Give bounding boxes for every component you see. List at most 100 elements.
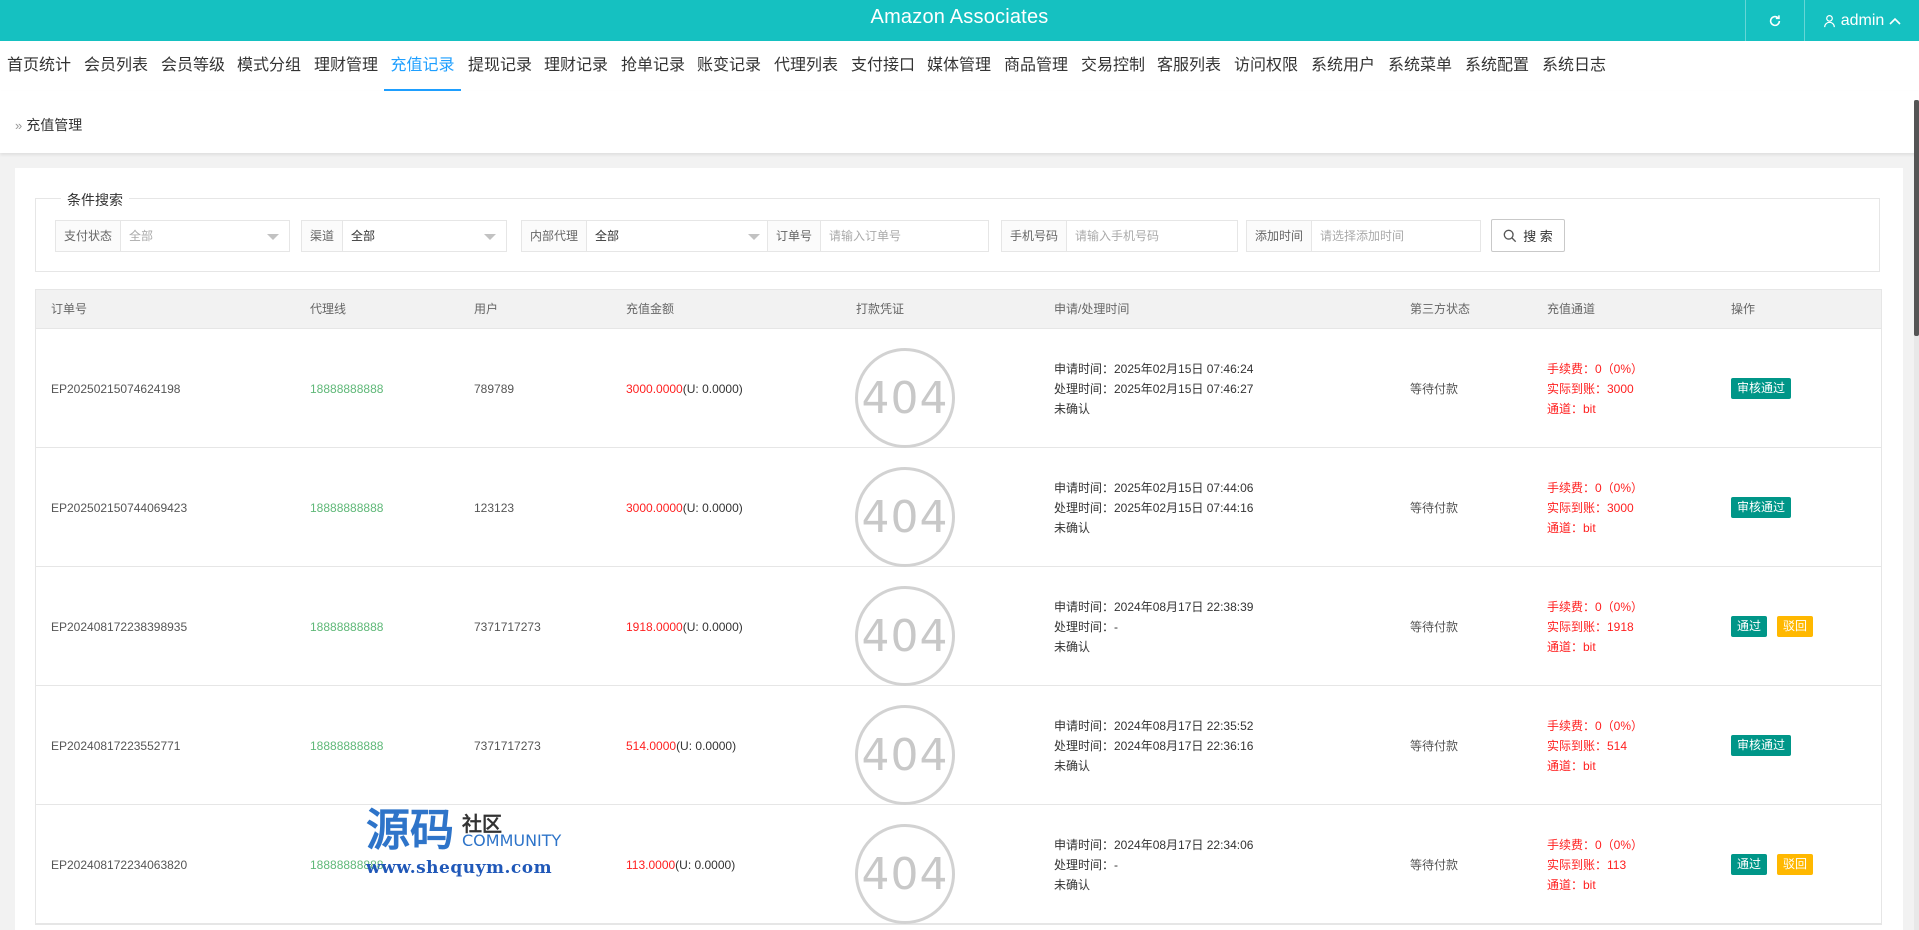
- agent-select[interactable]: 内部代理 全部: [521, 220, 771, 252]
- order-number: EP20250215074624198: [51, 381, 181, 396]
- agent-line: 18888888888: [310, 500, 384, 515]
- nav-item-finance-manage[interactable]: 理财管理: [313, 41, 379, 91]
- col-channel: 充值通道: [1547, 302, 1596, 316]
- nav-item-system-config[interactable]: 系统配置: [1464, 41, 1530, 91]
- col-user: 用户: [474, 302, 499, 316]
- order-number: EP20240817223552771: [51, 738, 181, 753]
- col-amount: 充值金额: [626, 302, 675, 316]
- reject-button[interactable]: 驳回: [1777, 854, 1814, 875]
- app-title: Amazon Associates: [870, 6, 1049, 28]
- main-panel: 条件搜索 支付状态 全部 渠道 全部 内部代理 全部 订单号 手机号码 添加时间…: [15, 168, 1903, 930]
- channel-select[interactable]: 渠道 全部: [301, 220, 507, 252]
- third-party-status: 等待付款: [1410, 739, 1459, 753]
- approve-button[interactable]: 审核通过: [1731, 735, 1792, 756]
- agent-value[interactable]: 全部: [587, 221, 770, 251]
- user-menu[interactable]: admin: [1804, 0, 1919, 41]
- nav-item-home-stats[interactable]: 首页统计: [6, 41, 72, 91]
- nav-item-grab-records[interactable]: 抢单记录: [620, 41, 686, 91]
- search-icon: [1503, 229, 1517, 242]
- user-name: 7371717273: [474, 738, 541, 753]
- nav-item-mode-group[interactable]: 模式分组: [236, 41, 302, 91]
- watermark-logo: 源码 社区 COMMUNITY www.shequym.com: [366, 805, 566, 879]
- row-actions: 审核通过: [1731, 686, 1801, 805]
- order-number: EP202502150744069423: [51, 500, 188, 515]
- nav-item-payment-api[interactable]: 支付接口: [850, 41, 916, 91]
- time-info: 申请时间：2025年02月15日 07:44:06 处理时间：2025年02月15…: [1054, 480, 1254, 535]
- table-row: EP202408172234063820 18888888888 113.000…: [36, 805, 1881, 924]
- voucher-image[interactable]: 404: [855, 348, 955, 448]
- phone-input[interactable]: [1067, 221, 1237, 251]
- nav-item-member-list[interactable]: 会员列表: [83, 41, 149, 91]
- channel-info: 手续费：0（0%） 实际到账：113 通道：bit: [1547, 837, 1644, 892]
- nav-item-system-log[interactable]: 系统日志: [1541, 41, 1607, 91]
- order-field[interactable]: 订单号: [767, 220, 989, 252]
- nav-item-system-menu[interactable]: 系统菜单: [1387, 41, 1453, 91]
- add-time-input[interactable]: [1312, 221, 1480, 251]
- channel-info: 手续费：0（0%） 实际到账：3000 通道：bit: [1547, 361, 1644, 416]
- time-info: 申请时间：2024年08月17日 22:38:39 处理时间：- 未确认: [1054, 599, 1254, 654]
- nav-item-agent-list[interactable]: 代理列表: [773, 41, 839, 91]
- nav-item-balance-change[interactable]: 账变记录: [696, 41, 762, 91]
- channel-value[interactable]: 全部: [343, 221, 506, 251]
- nav-item-withdraw-records[interactable]: 提现记录: [467, 41, 533, 91]
- agent-line: 18888888888: [310, 381, 384, 396]
- search-button[interactable]: 搜 索: [1491, 219, 1565, 252]
- col-voucher: 打款凭证: [856, 302, 905, 316]
- nav-item-access-rights[interactable]: 访问权限: [1233, 41, 1299, 91]
- third-party-status: 等待付款: [1410, 501, 1459, 515]
- nav-item-goods-manage[interactable]: 商品管理: [1003, 41, 1069, 91]
- row-actions: 通过 驳回: [1731, 805, 1823, 924]
- pass-button[interactable]: 通过: [1731, 616, 1768, 637]
- nav-item-recharge-records[interactable]: 充值记录: [384, 41, 461, 91]
- order-number: EP202408172238398935: [51, 619, 188, 634]
- approve-button[interactable]: 审核通过: [1731, 497, 1792, 518]
- voucher-image[interactable]: 404: [855, 705, 955, 805]
- table-header: 订单号 代理线 用户 充值金额 打款凭证 申请/处理时间 第三方状态 充值通道 …: [36, 290, 1881, 329]
- third-party-status: 等待付款: [1410, 620, 1459, 634]
- table-row: EP20250215074624198 18888888888 789789 3…: [36, 329, 1881, 448]
- refresh-button[interactable]: [1745, 0, 1804, 41]
- add-time-label: 添加时间: [1247, 221, 1313, 251]
- voucher-image[interactable]: 404: [855, 467, 955, 567]
- refresh-icon: [1769, 14, 1781, 26]
- time-info: 申请时间：2024年08月17日 22:34:06 处理时间：- 未确认: [1054, 837, 1254, 892]
- recharge-amount: 3000.0000 (U: 0.0000): [626, 381, 743, 396]
- agent-label: 内部代理: [522, 221, 588, 251]
- recharge-table: 订单号 代理线 用户 充值金额 打款凭证 申请/处理时间 第三方状态 充值通道 …: [35, 289, 1882, 925]
- main-nav: 首页统计 会员列表 会员等级 模式分组 理财管理 充值记录 提现记录 理财记录 …: [0, 41, 1919, 91]
- nav-item-trade-control[interactable]: 交易控制: [1080, 41, 1146, 91]
- add-time-field[interactable]: 添加时间: [1246, 220, 1481, 252]
- watermark-big-text: 源码: [366, 805, 454, 856]
- order-number: EP202408172234063820: [51, 857, 188, 872]
- col-actions: 操作: [1731, 302, 1756, 316]
- row-actions: 通过 驳回: [1731, 567, 1823, 686]
- pass-button[interactable]: 通过: [1731, 854, 1768, 875]
- reject-button[interactable]: 驳回: [1777, 616, 1814, 637]
- user-name: 7371717273: [474, 619, 541, 634]
- col-third-status: 第三方状态: [1410, 302, 1471, 316]
- third-party-status: 等待付款: [1410, 382, 1459, 396]
- phone-field[interactable]: 手机号码: [1001, 220, 1238, 252]
- recharge-amount: 514.0000 (U: 0.0000): [626, 738, 737, 753]
- double-chevron-right-icon: »: [15, 117, 23, 133]
- voucher-image[interactable]: 404: [855, 824, 955, 924]
- third-party-status: 等待付款: [1410, 858, 1459, 872]
- user-icon: [1823, 14, 1835, 27]
- voucher-image[interactable]: 404: [855, 586, 955, 686]
- recharge-amount: 3000.0000 (U: 0.0000): [626, 500, 743, 515]
- user-name: admin: [1840, 11, 1885, 29]
- search-button-label: 搜 索: [1523, 229, 1553, 244]
- nav-item-system-users[interactable]: 系统用户: [1310, 41, 1376, 91]
- order-input[interactable]: [821, 221, 988, 251]
- channel-info: 手续费：0（0%） 实际到账：1918 通道：bit: [1547, 599, 1644, 654]
- nav-item-finance-records[interactable]: 理财记录: [543, 41, 609, 91]
- breadcrumb-current[interactable]: 充值管理: [26, 115, 82, 135]
- approve-button[interactable]: 审核通过: [1731, 378, 1792, 399]
- page-scrollbar-thumb[interactable]: [1914, 100, 1919, 336]
- nav-item-service-list[interactable]: 客服列表: [1156, 41, 1222, 91]
- nav-item-media-manage[interactable]: 媒体管理: [926, 41, 992, 91]
- pay-status-select[interactable]: 支付状态 全部: [55, 220, 290, 252]
- nav-item-member-level[interactable]: 会员等级: [160, 41, 226, 91]
- pay-status-value[interactable]: 全部: [121, 221, 289, 251]
- time-info: 申请时间：2025年02月15日 07:46:24 处理时间：2025年02月15…: [1054, 361, 1254, 416]
